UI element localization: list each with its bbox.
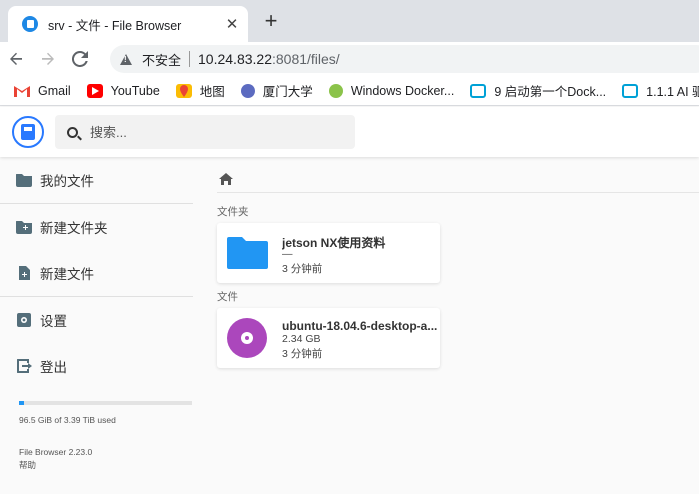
- xmu-icon: [240, 83, 255, 98]
- file-listing: 文件夹 jetson NX使用资料 — 3 分钟前 文件 ubuntu-18.0…: [200, 157, 699, 494]
- sidebar-item-new-folder[interactable]: 新建文件夹: [0, 204, 193, 250]
- youtube-icon: [86, 83, 103, 98]
- help-link[interactable]: 帮助: [19, 459, 92, 472]
- search-icon: [67, 126, 78, 138]
- forward-arrow-icon[interactable]: [32, 45, 64, 73]
- home-icon[interactable]: [219, 173, 233, 185]
- reload-icon[interactable]: [64, 45, 96, 73]
- browser-tab-strip: srv - 文件 - File Browser ✕ +: [0, 0, 699, 42]
- item-name: jetson NX使用资料: [282, 236, 386, 250]
- bookmark-windows-docker[interactable]: Windows Docker...: [328, 83, 455, 98]
- bookmark-maps[interactable]: 地图: [175, 81, 225, 100]
- storage-progress-bar: [19, 401, 192, 405]
- bookmark-xmu[interactable]: 厦门大学: [240, 81, 313, 100]
- bookmark-youtube[interactable]: YouTube: [86, 83, 160, 98]
- docker-icon: [328, 83, 343, 98]
- sidebar-item-logout[interactable]: 登出: [0, 343, 193, 389]
- sidebar-item-label: 新建文件: [40, 267, 94, 282]
- bookmarks-bar: Gmail YouTube 地图 厦门大学 Windows Docker... …: [0, 76, 699, 106]
- files-section-label: 文件: [217, 291, 238, 303]
- bookmark-label: 9 启动第一个Dock...: [494, 85, 607, 99]
- file-browser-logo-icon[interactable]: [12, 116, 44, 148]
- note-add-icon: [19, 266, 30, 280]
- file-browser-favicon-icon: [22, 16, 38, 32]
- app-footer: File Browser 2.23.0 帮助: [19, 446, 92, 472]
- bookmark-label: 地图: [199, 85, 225, 99]
- settings-icon: [17, 313, 31, 327]
- browser-toolbar: 不安全 10.24.83.22 :8081/files/: [0, 42, 699, 76]
- bilibili-icon: [470, 83, 487, 98]
- sidebar: 我的文件 新建文件夹 新建文件 设置 登出 96.5 GiB of 3.39 T…: [0, 157, 193, 494]
- file-item[interactable]: ubuntu-18.04.6-desktop-a... 2.34 GB 3 分钟…: [217, 308, 440, 368]
- url-host: 10.24.83.22: [198, 51, 272, 67]
- folder-icon: [16, 174, 32, 187]
- sidebar-item-settings[interactable]: 设置: [0, 297, 193, 343]
- breadcrumb: [217, 165, 699, 193]
- close-tab-icon[interactable]: ✕: [222, 14, 242, 34]
- item-name: ubuntu-18.04.6-desktop-a...: [282, 319, 437, 333]
- bookmark-label: Windows Docker...: [350, 83, 455, 98]
- sidebar-item-label: 设置: [40, 314, 67, 329]
- sidebar-item-label: 登出: [40, 360, 67, 375]
- bookmark-label: YouTube: [110, 83, 160, 98]
- item-size: 2.34 GB: [282, 333, 321, 345]
- bookmark-docker-tutorial[interactable]: 9 启动第一个Dock...: [470, 81, 606, 100]
- item-modified: 3 分钟前: [282, 348, 323, 360]
- url-path: :8081/files/: [271, 51, 340, 67]
- back-arrow-icon[interactable]: [0, 45, 32, 73]
- search-input[interactable]: [90, 124, 330, 140]
- tab-title: srv - 文件 - File Browser: [48, 18, 182, 33]
- sidebar-item-new-file[interactable]: 新建文件: [0, 250, 193, 296]
- storage-usage: 96.5 GiB of 3.39 TiB used: [19, 401, 192, 425]
- sidebar-item-label: 我的文件: [40, 174, 94, 189]
- folder-item[interactable]: jetson NX使用资料 — 3 分钟前: [217, 223, 440, 283]
- sidebar-item-label: 新建文件夹: [40, 221, 108, 236]
- omnibox-divider: [189, 51, 191, 67]
- browser-tab[interactable]: srv - 文件 - File Browser ✕: [8, 6, 248, 42]
- disc-image-icon: [227, 318, 267, 358]
- sidebar-item-my-files[interactable]: 我的文件: [0, 157, 193, 203]
- search-box[interactable]: [55, 115, 355, 149]
- warning-icon[interactable]: [120, 53, 132, 65]
- version-text: File Browser 2.23.0: [19, 447, 93, 457]
- bookmark-label: 1.1.1 AI 驱...: [646, 85, 699, 99]
- bilibili-icon: [622, 83, 639, 98]
- maps-icon: [175, 83, 192, 98]
- bookmark-label: Gmail: [38, 83, 71, 98]
- app-header: [0, 107, 699, 157]
- bookmark-ai-course[interactable]: 1.1.1 AI 驱...: [622, 81, 699, 100]
- create-folder-icon: [16, 221, 32, 234]
- item-size: —: [282, 248, 293, 260]
- item-modified: 3 分钟前: [282, 263, 323, 275]
- new-tab-button[interactable]: +: [260, 10, 282, 32]
- logout-icon: [17, 359, 32, 373]
- gmail-icon: [14, 83, 30, 98]
- storage-usage-text: 96.5 GiB of 3.39 TiB used: [19, 415, 116, 425]
- bookmark-gmail[interactable]: Gmail: [14, 83, 71, 98]
- folders-section-label: 文件夹: [217, 206, 249, 218]
- security-status[interactable]: 不安全: [142, 50, 181, 69]
- storage-progress-fill: [19, 401, 24, 405]
- address-bar[interactable]: 不安全 10.24.83.22 :8081/files/: [110, 45, 699, 73]
- bookmark-label: 厦门大学: [262, 85, 313, 99]
- folder-icon: [227, 237, 268, 269]
